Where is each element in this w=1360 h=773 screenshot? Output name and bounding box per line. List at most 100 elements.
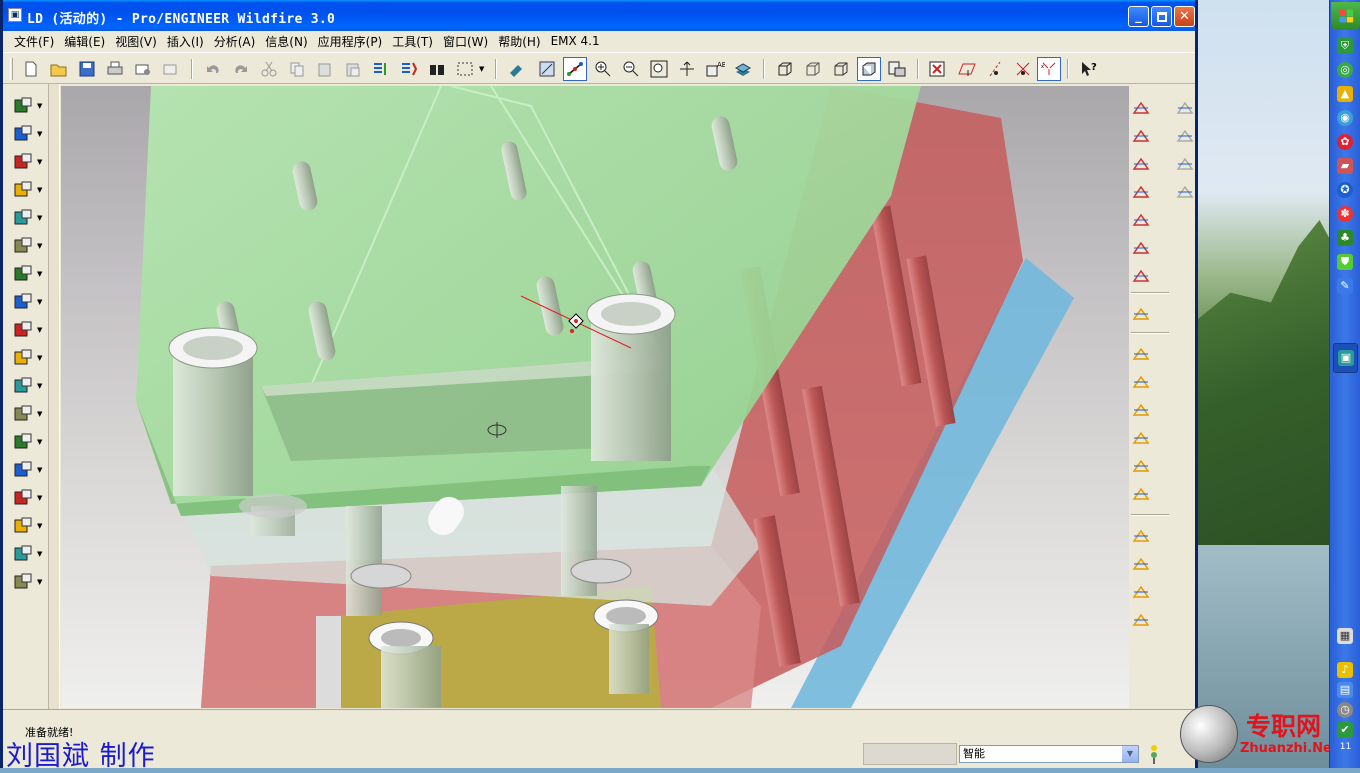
sketched-curve-icon[interactable] — [1129, 208, 1153, 232]
guide-bushing-right[interactable] — [586, 293, 676, 461]
graphics-window[interactable] — [61, 86, 1129, 708]
maximize-button[interactable] — [1151, 6, 1172, 27]
menu-emx[interactable]: EMX 4.1 — [546, 34, 605, 48]
tray-display-icon[interactable]: ▤ — [1337, 682, 1353, 698]
chevron-down-icon[interactable]: ▼ — [37, 550, 43, 558]
chevron-down-icon[interactable]: ▼ — [37, 494, 43, 502]
mail-icon[interactable] — [159, 57, 183, 81]
select-dropdown-icon[interactable]: ▼ — [479, 65, 484, 73]
chevron-down-icon[interactable]: ▼ — [37, 326, 43, 334]
menu-applications[interactable]: 应用程序(P) — [313, 33, 388, 50]
draft-icon[interactable] — [1129, 580, 1153, 604]
find-icon[interactable] — [425, 57, 449, 81]
emx-edit-icon[interactable] — [10, 430, 36, 454]
selection-filter-select[interactable]: 智能 ▼ — [959, 745, 1139, 763]
emx-slider-icon[interactable] — [10, 318, 36, 342]
minimize-button[interactable]: _ — [1128, 6, 1149, 27]
blend-icon[interactable] — [1129, 426, 1153, 450]
no-hidden-icon[interactable] — [829, 57, 853, 81]
menu-help[interactable]: 帮助(H) — [493, 33, 545, 50]
reorient-icon[interactable] — [675, 57, 699, 81]
emx-delete-icon[interactable] — [10, 458, 36, 482]
saved-views-icon[interactable]: AB — [703, 57, 727, 81]
spin-center-icon[interactable] — [563, 57, 587, 81]
document-icon[interactable]: ✎ — [1337, 278, 1353, 294]
model-view[interactable] — [61, 86, 1129, 708]
tray-update-icon[interactable]: ✔ — [1337, 722, 1353, 738]
chevron-down-icon[interactable]: ▼ — [37, 354, 43, 362]
tray-volume-icon[interactable]: ♪ — [1337, 662, 1353, 678]
menu-tools[interactable]: 工具(T) — [387, 33, 438, 50]
menu-view[interactable]: 视图(V) — [110, 33, 162, 50]
regen-manager-icon[interactable] — [397, 57, 421, 81]
layers-icon[interactable] — [731, 57, 755, 81]
model-tree-icon[interactable] — [885, 57, 909, 81]
security-shield-icon[interactable]: ⛨ — [1337, 38, 1353, 54]
print-icon[interactable] — [103, 57, 127, 81]
left-toolbar-tray[interactable] — [48, 84, 60, 709]
emx-assembly-icon[interactable] — [10, 122, 36, 146]
emx-new-icon[interactable] — [10, 94, 36, 118]
chevron-down-icon[interactable]: ▼ — [37, 438, 43, 446]
trim-icon[interactable] — [1173, 96, 1197, 120]
warning-icon[interactable]: ▲ — [1337, 86, 1353, 102]
open-icon[interactable] — [47, 57, 71, 81]
thicken-icon[interactable] — [1173, 180, 1197, 204]
menu-window[interactable]: 窗口(W) — [438, 33, 493, 50]
chevron-down-icon[interactable]: ▼ — [37, 158, 43, 166]
emx-plate-icon[interactable] — [10, 290, 36, 314]
menu-edit[interactable]: 编辑(E) — [59, 33, 110, 50]
datum-planes-icon[interactable] — [955, 57, 979, 81]
emx-ejector-icon[interactable] — [10, 150, 36, 174]
emx-bom-icon[interactable] — [10, 486, 36, 510]
chevron-down-icon[interactable]: ▼ — [1122, 746, 1138, 762]
analysis-icon[interactable] — [1129, 302, 1153, 326]
chevron-down-icon[interactable]: ▼ — [37, 130, 43, 138]
datum-points-icon[interactable] — [1011, 57, 1035, 81]
zoom-in-icon[interactable] — [591, 57, 615, 81]
wireframe-icon[interactable] — [773, 57, 797, 81]
paste-special-icon[interactable] — [341, 57, 365, 81]
emx-pin-icon[interactable] — [10, 206, 36, 230]
chevron-down-icon[interactable]: ▼ — [37, 270, 43, 278]
refit-icon[interactable] — [647, 57, 671, 81]
datum-plane-icon[interactable] — [1129, 152, 1153, 176]
whats-this-icon[interactable]: ? — [1077, 57, 1101, 81]
repaint-icon[interactable] — [505, 57, 529, 81]
flower-icon[interactable]: ✽ — [1337, 206, 1353, 222]
chevron-down-icon[interactable]: ▼ — [37, 466, 43, 474]
emx-cooling-icon[interactable] — [10, 374, 36, 398]
mirror-icon[interactable] — [1129, 552, 1153, 576]
select-box-icon[interactable] — [453, 57, 477, 81]
save-icon[interactable] — [75, 57, 99, 81]
start-button[interactable] — [1331, 2, 1360, 30]
sweep-icon[interactable] — [1129, 398, 1153, 422]
shield-icon[interactable]: ⛊ — [1337, 254, 1353, 270]
chevron-down-icon[interactable]: ▼ — [37, 242, 43, 250]
chevron-down-icon[interactable]: ▼ — [37, 578, 43, 586]
undo-icon[interactable] — [201, 57, 225, 81]
chamfer-icon[interactable] — [1129, 482, 1153, 506]
taskbar-app-button[interactable]: ▣ — [1333, 343, 1358, 373]
internet-icon[interactable]: ◉ — [1337, 110, 1353, 126]
emx-info-icon[interactable] — [10, 570, 36, 594]
revolve-icon[interactable] — [1129, 370, 1153, 394]
cut-icon[interactable] — [257, 57, 281, 81]
redo-icon[interactable] — [229, 57, 253, 81]
emx-lifter-icon[interactable] — [10, 346, 36, 370]
chevron-down-icon[interactable]: ▼ — [37, 186, 43, 194]
close-window-icon[interactable] — [925, 57, 949, 81]
sketch-point-icon[interactable] — [1129, 96, 1153, 120]
shading-icon[interactable] — [857, 57, 881, 81]
menu-file[interactable]: 文件(F) — [9, 33, 59, 50]
guide-bushing-left[interactable] — [168, 327, 258, 496]
offset-icon[interactable] — [1173, 152, 1197, 176]
hidden-line-icon[interactable] — [801, 57, 825, 81]
media-icon[interactable]: ✿ — [1337, 134, 1353, 150]
coordinate-system-icon[interactable] — [1129, 264, 1153, 288]
datum-curve-icon[interactable] — [1129, 124, 1153, 148]
antivirus-icon[interactable]: ♣ — [1337, 230, 1353, 246]
emx-sprue-icon[interactable] — [10, 262, 36, 286]
chevron-down-icon[interactable]: ▼ — [37, 522, 43, 530]
keyboard-icon[interactable]: ▦ — [1337, 628, 1353, 644]
